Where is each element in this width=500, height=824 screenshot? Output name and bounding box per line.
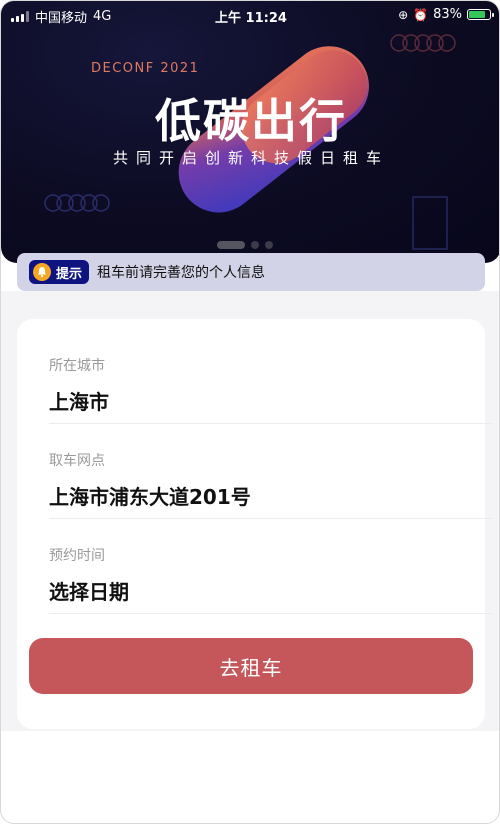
notice-badge-label: 提示 (56, 266, 83, 282)
battery-icon (467, 9, 494, 20)
app-screen: DECONF 2021 低碳出行 共同开启创新科技假日租车 中国移动 4G 上午… (0, 0, 500, 824)
notice-text: 租车前请完善您的个人信息 (97, 265, 266, 281)
reservation-time-field[interactable]: 预约时间 选择日期 (49, 545, 493, 614)
reservation-time-label: 预约时间 (49, 548, 105, 564)
pagination-dot-active[interactable] (217, 241, 245, 249)
promo-banner[interactable]: DECONF 2021 低碳出行 共同开启创新科技假日租车 (1, 1, 499, 263)
bell-icon (33, 263, 51, 281)
rotation-lock-icon: ⊕ (398, 7, 409, 22)
battery-percent: 83% (433, 7, 462, 22)
notice-badge: 提示 (29, 260, 90, 284)
pickup-location-value[interactable]: 上海市浦东大道201号 (49, 481, 493, 510)
banner-event-tag: DECONF 2021 (91, 61, 200, 76)
city-field[interactable]: 所在城市 上海市 (49, 355, 493, 424)
pickup-location-label: 取车网点 (49, 453, 105, 469)
rent-car-button[interactable]: 去租车 (29, 638, 473, 694)
city-label: 所在城市 (49, 358, 105, 374)
banner-subtitle: 共同开启创新科技假日租车 (112, 149, 389, 167)
pagination-dot[interactable] (251, 241, 259, 249)
pickup-location-field[interactable]: 取车网点 上海市浦东大道201号 (49, 450, 493, 519)
notice-bar[interactable]: 提示 租车前请完善您的个人信息 (17, 253, 485, 291)
city-value[interactable]: 上海市 (49, 386, 493, 415)
alarm-icon: ⏰ (413, 7, 429, 22)
status-bar: 中国移动 4G 上午 11:24 ⊕ ⏰ 83% (1, 1, 499, 29)
rental-form-card: 所在城市 上海市 取车网点 上海市浦东大道201号 预约时间 选择日期 去租车 (17, 319, 493, 729)
banner-title: 低碳出行 (155, 94, 347, 148)
pagination-dot[interactable] (265, 241, 273, 249)
date-picker-trigger[interactable]: 选择日期 (49, 576, 493, 605)
banner-pagination[interactable] (217, 241, 273, 249)
